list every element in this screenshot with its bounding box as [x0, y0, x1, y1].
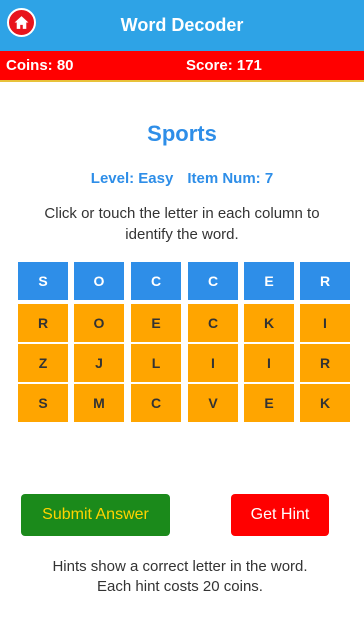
app-header: Word Decoder: [0, 0, 364, 51]
selected-letter-cell[interactable]: C: [131, 262, 181, 300]
letter-option-cell[interactable]: K: [300, 384, 350, 422]
submit-answer-button[interactable]: Submit Answer: [21, 494, 170, 536]
status-bar-divider: [0, 80, 364, 82]
letter-grid: SRZSOOJMCELCCCIVEKIERIRK: [18, 262, 350, 422]
score-count: Score: 171: [186, 57, 262, 74]
hint-info-line-1: Hints show a correct letter in the word.: [52, 558, 308, 575]
letter-option-cell[interactable]: K: [244, 304, 294, 342]
category-title: Sports: [147, 121, 217, 146]
letter-option-cell[interactable]: O: [74, 304, 124, 342]
home-button[interactable]: [7, 8, 36, 37]
letter-option-cell[interactable]: C: [131, 384, 181, 422]
letter-option-cell[interactable]: Z: [18, 344, 68, 382]
get-hint-button[interactable]: Get Hint: [231, 494, 329, 536]
letter-option-cell[interactable]: V: [188, 384, 238, 422]
selected-letter-cell[interactable]: C: [188, 262, 238, 300]
letter-option-cell[interactable]: R: [300, 344, 350, 382]
coins-count: Coins: 80: [6, 57, 74, 74]
letter-option-cell[interactable]: I: [188, 344, 238, 382]
selected-letter-cell[interactable]: O: [74, 262, 124, 300]
hint-info: Hints show a correct letter in the word.…: [20, 557, 340, 597]
selected-letter-cell[interactable]: S: [18, 262, 68, 300]
letter-option-cell[interactable]: E: [131, 304, 181, 342]
status-bar: Coins: 80 Score: 171: [0, 51, 364, 80]
item-number: Item Num: 7: [187, 170, 274, 187]
letter-option-cell[interactable]: S: [18, 384, 68, 422]
word-decoder-app: Word Decoder Coins: 80 Score: 171 Sports…: [0, 0, 364, 625]
instructions-text: Click or touch the letter in each column…: [44, 205, 320, 243]
letter-option-cell[interactable]: C: [188, 304, 238, 342]
letter-option-cell[interactable]: I: [244, 344, 294, 382]
letter-option-cell[interactable]: J: [74, 344, 124, 382]
home-icon: [14, 16, 29, 29]
letter-option-cell[interactable]: I: [300, 304, 350, 342]
level-info: Level: Easy Item Num: 7: [0, 169, 364, 189]
app-title: Word Decoder: [120, 15, 244, 35]
letter-option-cell[interactable]: M: [74, 384, 124, 422]
selected-letter-cell[interactable]: R: [300, 262, 350, 300]
letter-option-cell[interactable]: R: [18, 304, 68, 342]
hint-info-line-2: Each hint costs 20 coins.: [97, 578, 263, 595]
letter-option-cell[interactable]: E: [244, 384, 294, 422]
selected-letter-cell[interactable]: E: [244, 262, 294, 300]
level-label: Level: Easy: [90, 170, 174, 187]
letter-option-cell[interactable]: L: [131, 344, 181, 382]
